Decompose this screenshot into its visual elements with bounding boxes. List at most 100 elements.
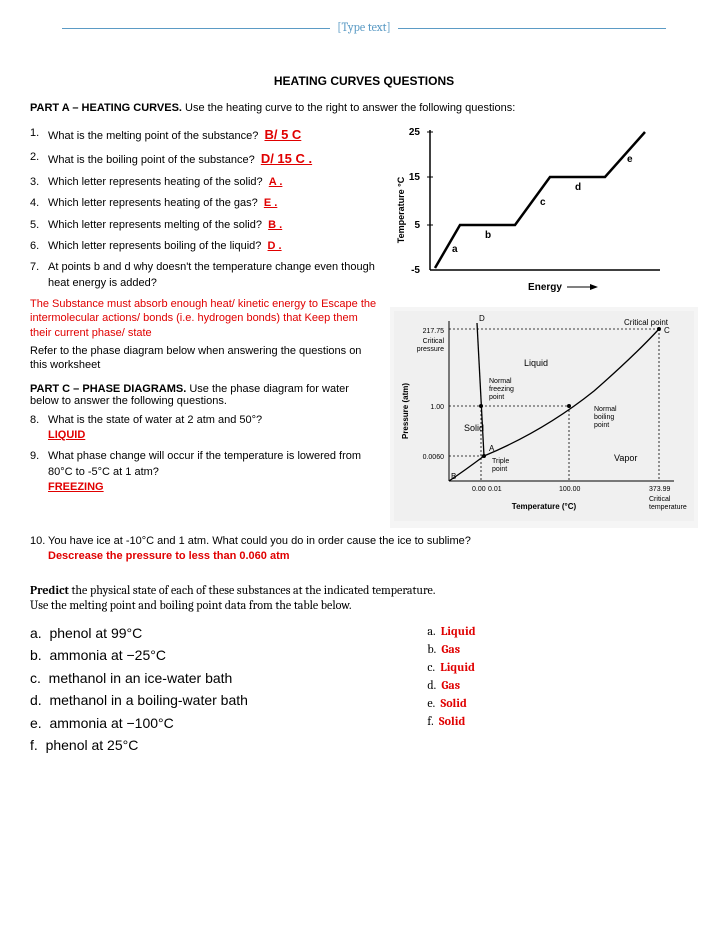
seg-a: a <box>452 244 458 255</box>
question-4: 4. Which letter represents heating of th… <box>30 196 380 211</box>
q9-answer: FREEZING <box>48 481 104 493</box>
seg-d: d <box>575 182 581 193</box>
svg-text:point: point <box>594 422 609 429</box>
xtick-0: 0.00 <box>472 486 486 493</box>
svg-text:freezing: freezing <box>489 386 514 393</box>
q3-num: 3. <box>30 175 48 190</box>
q6-answer: D . <box>268 240 282 252</box>
xtick-373: 373.99 <box>649 486 671 493</box>
q2-answer: D/ 15 C . <box>261 151 312 166</box>
q3-answer: A . <box>269 176 283 188</box>
phase-xlabel: Temperature (°C) <box>512 502 577 511</box>
svg-text:Critical: Critical <box>423 338 445 345</box>
q2-num: 2. <box>30 150 48 168</box>
q1-answer: B/ 5 C <box>264 127 301 142</box>
question-7: 7. At points b and d why doesn't the tem… <box>30 260 380 291</box>
predict-d: d. methanol in a boiling-water bath <box>30 689 397 711</box>
q5-num: 5. <box>30 218 48 233</box>
predict-line2: Use the melting point and boiling point … <box>30 598 352 612</box>
ans-c: c. Liquid <box>427 658 698 676</box>
question-3: 3. Which letter represents heating of th… <box>30 175 380 190</box>
letter-b: B <box>451 472 456 481</box>
ans-f: f. Solid <box>427 712 698 730</box>
predict-b: b. ammonia at −25°C <box>30 644 397 666</box>
svg-text:point: point <box>489 394 504 401</box>
phase-diagram-wrapper: Solid Liquid Vapor Critical point C D No… <box>390 307 698 528</box>
q1-text: What is the melting point of the substan… <box>48 130 258 142</box>
q9-num: 9. <box>30 449 48 495</box>
region-solid: Solid <box>464 423 484 433</box>
part-a-label: HEATING CURVES. <box>82 102 182 114</box>
xlabel: Energy <box>528 282 562 293</box>
phase-ylabel: Pressure (atm) <box>401 383 410 439</box>
q2-text: What is the boiling point of the substan… <box>48 154 255 166</box>
ytick-217: 217.75 <box>423 328 445 335</box>
question-5: 5. Which letter represents melting of th… <box>30 218 380 233</box>
letter-d: D <box>479 314 485 323</box>
ans-b: b. Gas <box>427 640 698 658</box>
q9-text: What phase change will occur if the temp… <box>48 450 361 477</box>
part-c-prefix: PART C – <box>30 383 82 395</box>
part-a-suffix: Use the heating curve to the right to an… <box>182 102 515 114</box>
q8-text: What is the state of water at 2 atm and … <box>48 414 262 426</box>
question-6: 6. Which letter represents boiling of th… <box>30 239 380 254</box>
critical-point-label: Critical point <box>624 318 669 327</box>
part-a-row: 1. What is the melting point of the subs… <box>30 120 698 528</box>
svg-text:point: point <box>492 466 507 473</box>
refer-text: Refer to the phase diagram below when an… <box>30 344 380 373</box>
xtick-100: 100.00 <box>559 486 581 493</box>
q6-num: 6. <box>30 239 48 254</box>
question-1: 1. What is the melting point of the subs… <box>30 126 380 144</box>
ytick-1: 1.00 <box>430 404 444 411</box>
seg-e: e <box>627 154 633 165</box>
region-liquid: Liquid <box>524 358 548 368</box>
q1-num: 1. <box>30 126 48 144</box>
letter-c: C <box>664 326 670 335</box>
heating-curve-chart: 25 15 5 -5 a b c d e Temperature °C Ener… <box>390 120 670 300</box>
question-2: 2. What is the boiling point of the subs… <box>30 150 380 168</box>
arrow-icon <box>590 284 598 290</box>
svg-text:boiling: boiling <box>594 414 614 421</box>
q6-text: Which letter represents boiling of the l… <box>48 240 261 252</box>
q10-num: 10. <box>30 534 48 565</box>
ytick-neg5: -5 <box>411 265 420 276</box>
phase-diagram-chart: Solid Liquid Vapor Critical point C D No… <box>394 311 694 521</box>
svg-text:Critical: Critical <box>649 496 671 503</box>
predict-columns: a. phenol at 99°C b. ammonia at −25°C c.… <box>30 622 698 756</box>
nfp-label: Normal <box>489 378 512 385</box>
q7-num: 7. <box>30 260 48 291</box>
q7-answer: The Substance must absorb enough heat/ k… <box>30 297 380 340</box>
predict-c: c. methanol in an ice-water bath <box>30 667 397 689</box>
q8-answer: LIQUID <box>48 429 85 441</box>
question-10: 10. You have ice at -10°C and 1 atm. Wha… <box>30 534 698 565</box>
part-a-prefix: PART A – <box>30 102 82 114</box>
q4-text: Which letter represents heating of the g… <box>48 197 258 209</box>
q3-text: Which letter represents heating of the s… <box>48 176 263 188</box>
ytick-15: 15 <box>409 172 421 183</box>
xtick-001: 0.01 <box>488 486 502 493</box>
letter-a: A <box>489 444 495 453</box>
part-a-questions: 1. What is the melting point of the subs… <box>30 120 380 528</box>
q4-answer: E . <box>264 197 277 209</box>
q4-num: 4. <box>30 196 48 211</box>
ans-d: d. Gas <box>427 676 698 694</box>
q10-answer: Descrease the pressure to less than 0.06… <box>48 550 290 562</box>
seg-b: b <box>485 230 491 241</box>
region-vapor: Vapor <box>614 453 637 463</box>
svg-text:temperature: temperature <box>649 504 687 511</box>
nbp-label: Normal <box>594 406 617 413</box>
ylabel: Temperature °C <box>396 176 406 243</box>
predict-right: a. Liquid b. Gas c. Liquid d. Gas e. Sol… <box>397 622 698 756</box>
header-placeholder: [Type text] <box>30 20 698 34</box>
svg-text:pressure: pressure <box>417 346 444 353</box>
predict-f: f. phenol at 25°C <box>30 734 397 756</box>
q8-num: 8. <box>30 413 48 444</box>
predict-strong: Predict <box>30 583 69 597</box>
ytick-006: 0.0060 <box>423 454 445 461</box>
svg-text:Triple: Triple <box>492 458 509 465</box>
predict-heading: Predict the physical state of each of th… <box>30 583 698 614</box>
q7-text: At points b and d why doesn't the temper… <box>48 260 380 291</box>
ytick-5: 5 <box>414 220 420 231</box>
page-title: HEATING CURVES QUESTIONS <box>30 74 698 88</box>
part-c-heading: PART C – PHASE DIAGRAMS. Use the phase d… <box>30 383 380 407</box>
